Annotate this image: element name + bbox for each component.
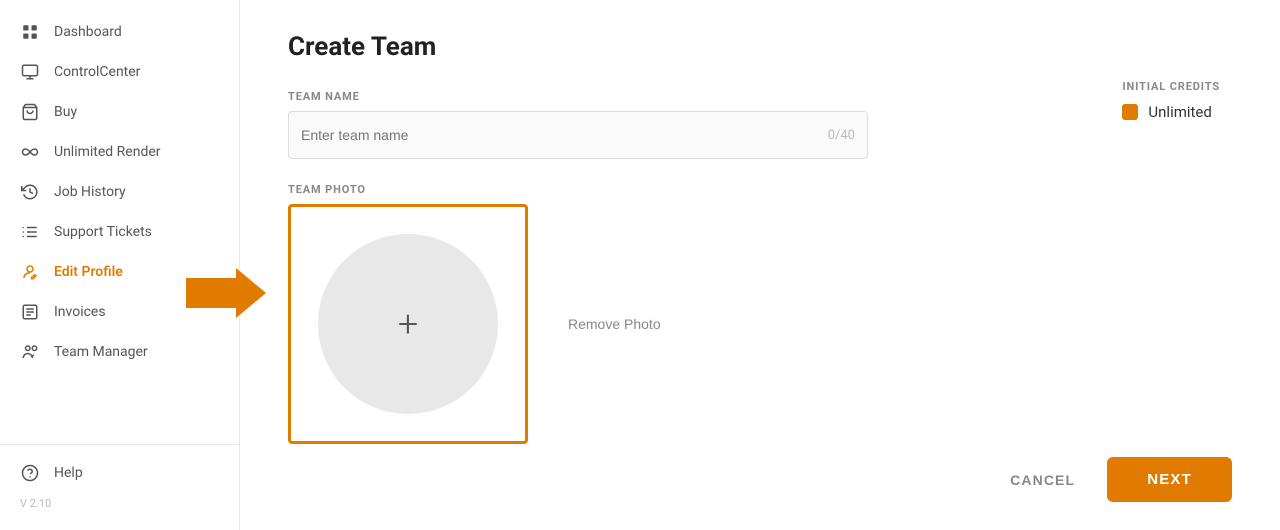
sidebar-item-team-manager[interactable]: Team Manager	[0, 332, 239, 372]
sidebar-item-job-history[interactable]: Job History	[0, 172, 239, 212]
team-name-input-wrapper: 0/40	[288, 111, 868, 159]
team-icon	[20, 342, 40, 362]
sidebar-item-team-manager-label: Team Manager	[54, 344, 148, 360]
cart-icon	[20, 102, 40, 122]
version-text: V 2.10	[0, 493, 239, 518]
credits-section: INITIAL CREDITS Unlimited	[1122, 80, 1220, 121]
page-title: Create Team	[288, 32, 1232, 62]
edit-profile-icon	[20, 262, 40, 282]
credits-option: Unlimited	[1122, 103, 1220, 121]
history-icon	[20, 182, 40, 202]
plus-icon: +	[398, 306, 418, 342]
unlimited-icon	[20, 142, 40, 162]
sidebar-item-buy[interactable]: Buy	[0, 92, 239, 132]
photo-circle: +	[318, 234, 498, 414]
credits-value: Unlimited	[1148, 103, 1211, 121]
team-photo-section: TEAM PHOTO + Remove Photo	[288, 183, 1232, 444]
remove-photo-button[interactable]: Remove Photo	[568, 316, 661, 332]
monitor-icon	[20, 62, 40, 82]
credits-label: INITIAL CREDITS	[1122, 80, 1220, 93]
sidebar-item-invoices-label: Invoices	[54, 304, 106, 320]
sidebar-item-buy-label: Buy	[54, 104, 77, 120]
sidebar-item-dashboard[interactable]: Dashboard	[0, 12, 239, 52]
arrow-indicator	[186, 268, 266, 318]
footer-buttons: CANCEL NEXT	[1010, 457, 1232, 502]
sidebar: Dashboard ControlCenter Buy Unlimited Re…	[0, 0, 240, 530]
help-icon	[20, 463, 40, 483]
team-photo-label: TEAM PHOTO	[288, 183, 1232, 196]
sidebar-item-support-tickets-label: Support Tickets	[54, 224, 152, 240]
sidebar-item-help-label: Help	[54, 465, 83, 481]
dashboard-icon	[20, 22, 40, 42]
sidebar-item-unlimited-render-label: Unlimited Render	[54, 144, 161, 160]
cancel-button[interactable]: CANCEL	[1010, 472, 1075, 488]
sidebar-item-dashboard-label: Dashboard	[54, 24, 122, 40]
photo-upload-box[interactable]: +	[288, 204, 528, 444]
sidebar-item-help[interactable]: Help	[0, 453, 239, 493]
sidebar-item-controlcenter-label: ControlCenter	[54, 64, 140, 80]
photo-row: + Remove Photo	[288, 204, 1232, 444]
invoices-icon	[20, 302, 40, 322]
next-button[interactable]: NEXT	[1107, 457, 1232, 502]
sidebar-item-edit-profile-label: Edit Profile	[54, 264, 123, 280]
team-name-label: TEAM NAME	[288, 90, 1232, 103]
sidebar-item-support-tickets[interactable]: Support Tickets	[0, 212, 239, 252]
char-count: 0/40	[828, 128, 855, 143]
sidebar-item-unlimited-render[interactable]: Unlimited Render	[0, 132, 239, 172]
sidebar-item-controlcenter[interactable]: ControlCenter	[0, 52, 239, 92]
credits-dot	[1122, 104, 1138, 120]
team-name-input[interactable]	[301, 127, 828, 143]
main-content: Create Team TEAM NAME 0/40 TEAM PHOTO + …	[240, 0, 1280, 530]
sidebar-item-job-history-label: Job History	[54, 184, 126, 200]
team-name-section: TEAM NAME 0/40	[288, 90, 1232, 159]
tickets-icon	[20, 222, 40, 242]
